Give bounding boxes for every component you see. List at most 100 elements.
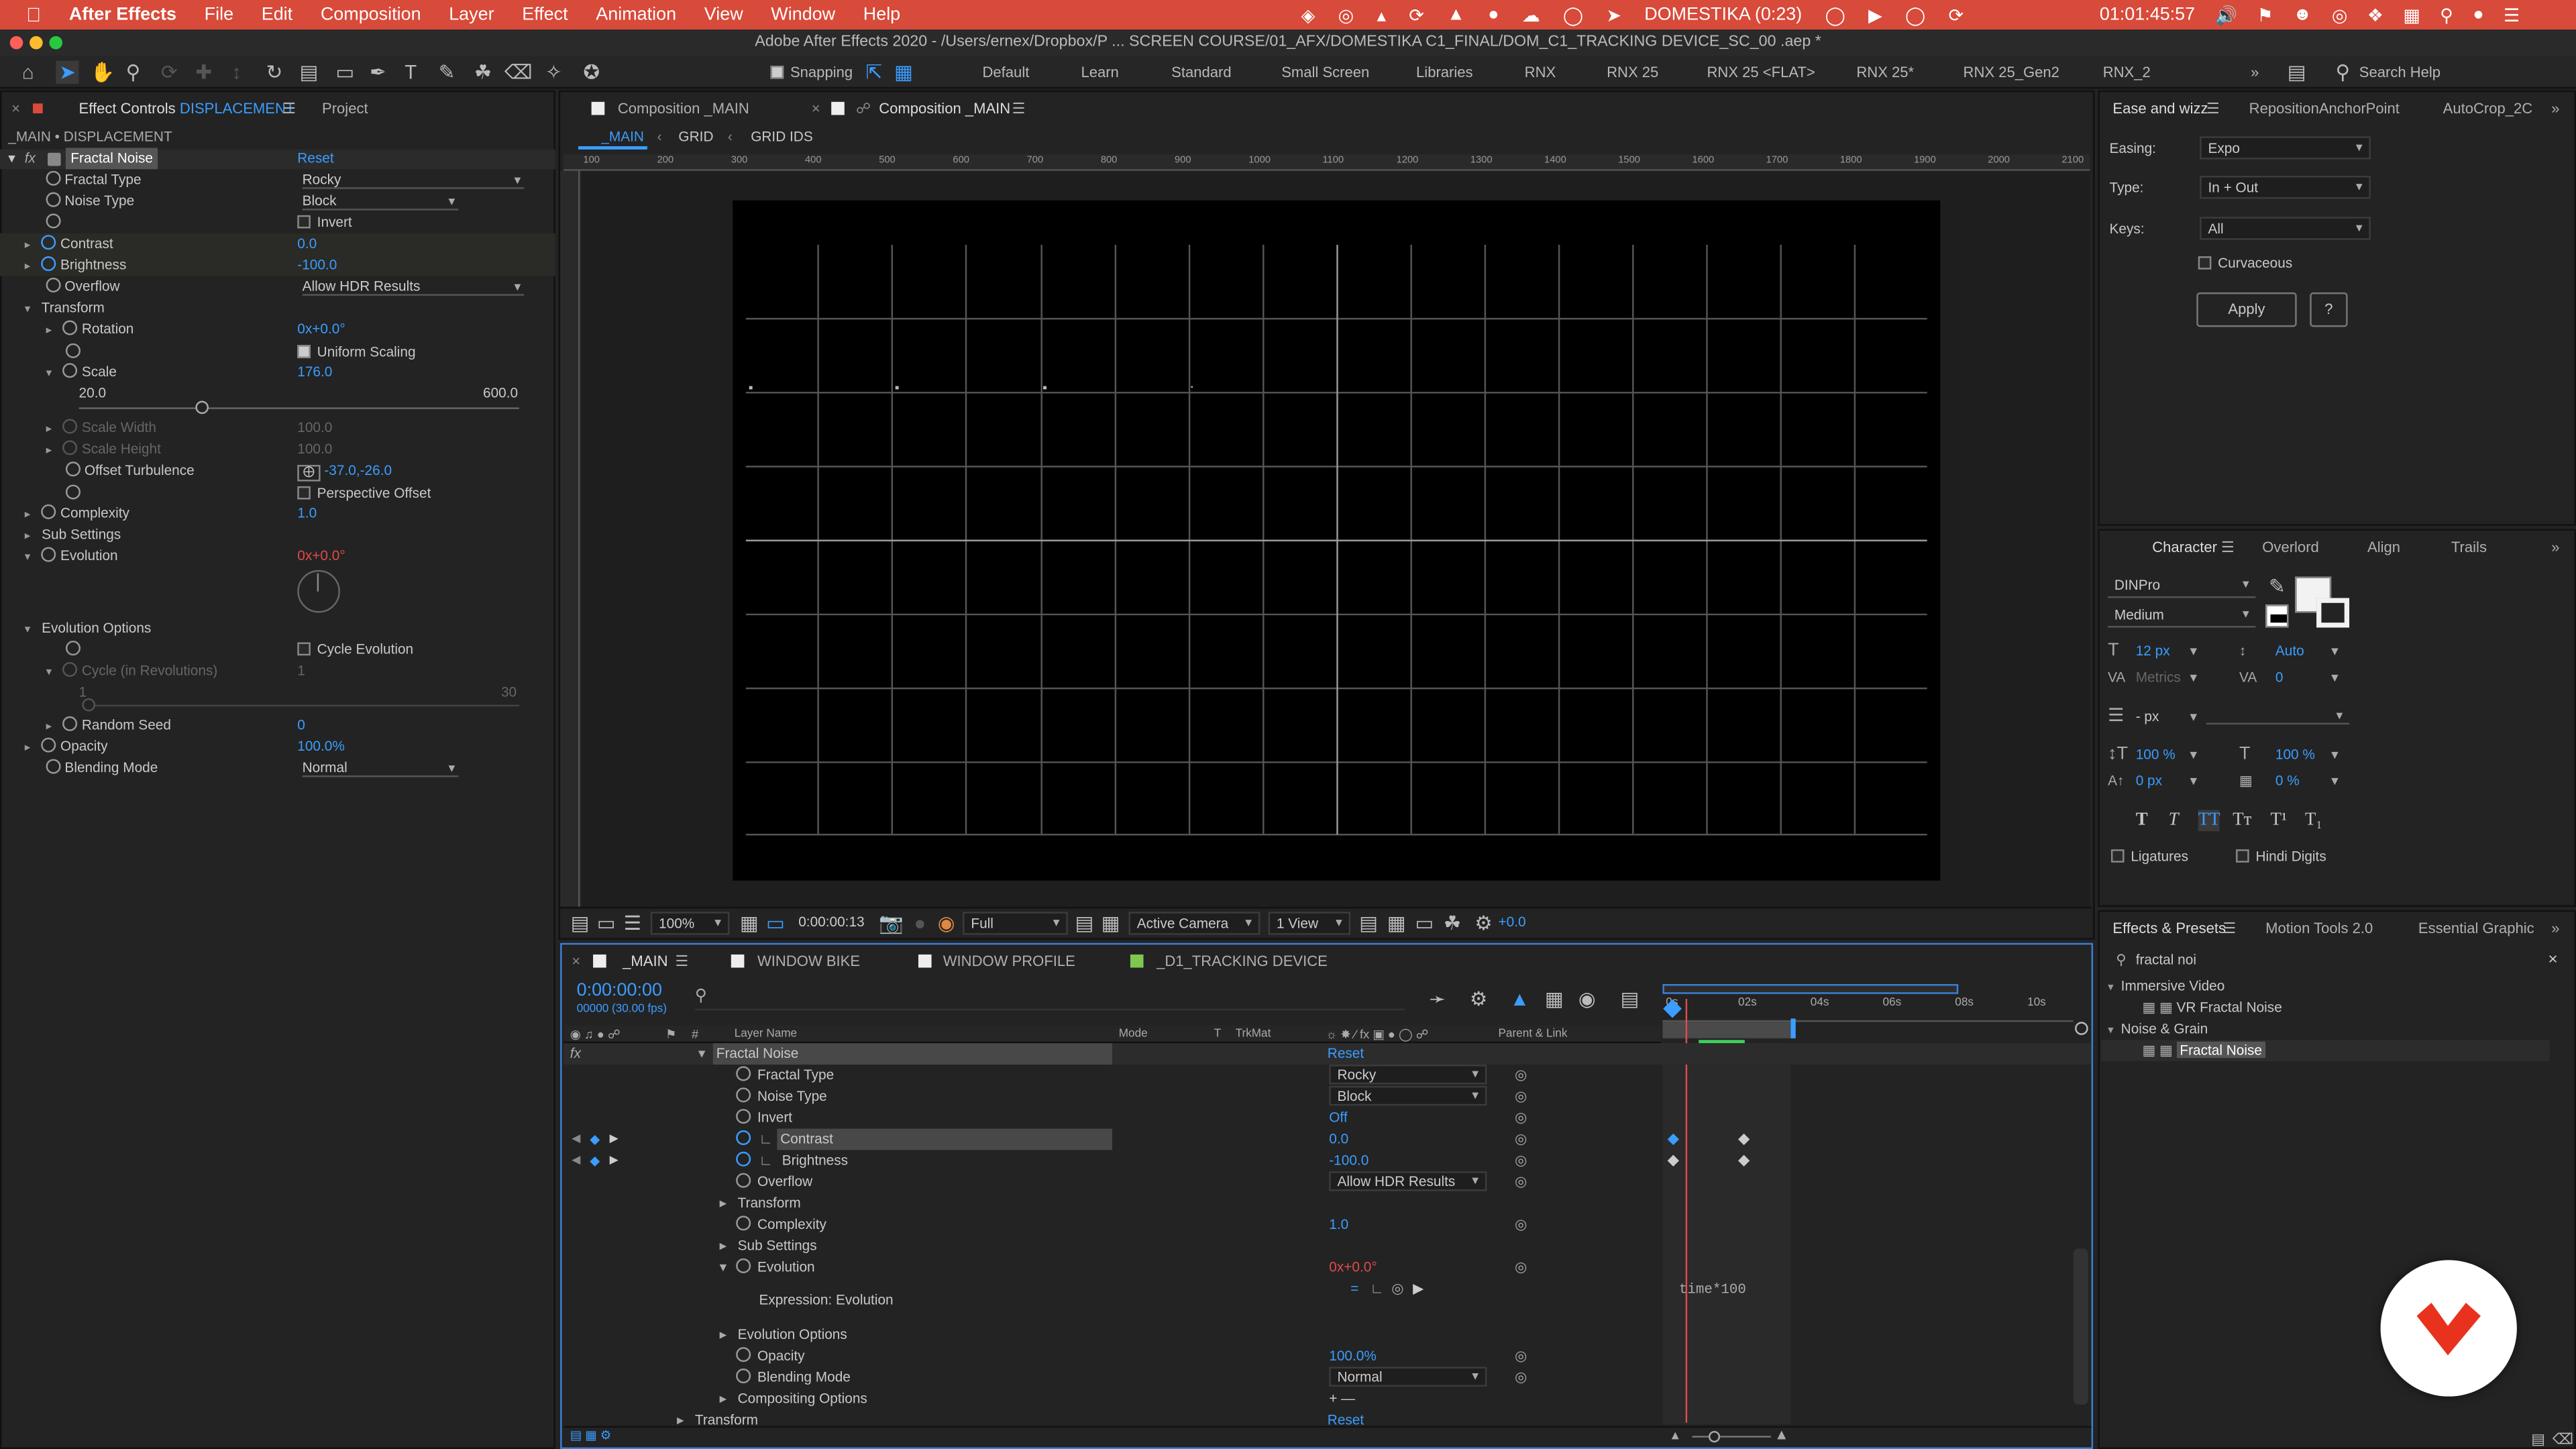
color-picker-icon[interactable]: ◉ xyxy=(934,912,957,934)
baseline-shift-value[interactable]: 0 px xyxy=(2136,771,2162,792)
offset-turbulence-value[interactable]: -37.0,-26.0 xyxy=(324,462,392,478)
flag-icon[interactable]: ⚑ xyxy=(2257,4,2273,25)
zoom-tool-icon[interactable]: ⚲ xyxy=(121,61,144,84)
add-keyframe-icon[interactable]: ◆ xyxy=(590,1128,600,1150)
menu-animation[interactable]: Animation xyxy=(596,5,676,24)
stroke-order-dropdown[interactable] xyxy=(2206,706,2350,726)
tl-row-blending-mode[interactable]: Blending Mode Normal ◎ xyxy=(564,1366,2092,1389)
prev-keyframe-icon[interactable]: ◀ xyxy=(572,1150,580,1171)
pickwhip-icon[interactable]: ◎ xyxy=(1515,1065,1527,1086)
keys-dropdown[interactable]: All xyxy=(2200,217,2371,240)
effect-reset-link[interactable]: Reset xyxy=(297,148,333,169)
tl-row-expression[interactable]: Expression: Evolution xyxy=(564,1289,2092,1311)
tree-group-immersive-video[interactable]: ▾ Immersive Video xyxy=(2108,976,2224,998)
volume-icon[interactable]: 🔊 xyxy=(2215,4,2238,25)
snapshot-icon[interactable]: 📷 xyxy=(879,912,904,934)
menu-effect[interactable]: Effect xyxy=(522,5,568,24)
kerning-dropdown-icon[interactable]: ▾ xyxy=(2190,667,2197,688)
tab-align[interactable]: Align xyxy=(2367,531,2400,564)
show-snapshot-icon[interactable]: ● xyxy=(908,912,931,934)
cycle-slider-track[interactable] xyxy=(89,704,519,707)
horizontal-scale-dropdown-icon[interactable]: ▾ xyxy=(2331,744,2338,765)
offset-turbulence-control[interactable]: ⨁ -37.0,-26.0 xyxy=(297,460,392,482)
cycle-evolution-row[interactable]: Cycle Evolution xyxy=(297,639,413,661)
battery-clock[interactable]: 01:01:45:57 xyxy=(2100,5,2195,24)
panel-menu-icon[interactable]: ☰ xyxy=(282,92,296,125)
all-caps-button[interactable]: TT xyxy=(2198,810,2220,832)
timeline-timecode[interactable]: 0:00:00:00 xyxy=(577,981,662,1000)
pickwhip-icon[interactable]: ◎ xyxy=(1515,1128,1527,1150)
stopwatch-icon[interactable] xyxy=(46,759,61,774)
wifi-icon[interactable]: ◎ xyxy=(2332,4,2348,25)
sync-icon[interactable]: ⟳ xyxy=(1409,4,1424,25)
fractal-type-dropdown[interactable]: Rocky xyxy=(302,171,525,189)
workspace-default[interactable]: Default xyxy=(983,64,1030,80)
workspace-rnx-25-star[interactable]: RNX 25* xyxy=(1856,64,1914,80)
lock-icon[interactable]: ☍ xyxy=(856,92,871,125)
tab-overlord[interactable]: Overlord xyxy=(2262,531,2319,564)
tl-overflow-dropdown[interactable]: Allow HDR Results xyxy=(1329,1171,1487,1191)
tree-item-vr-fractal-noise[interactable]: ▦ ▦ VR Fractal Noise xyxy=(2142,998,2282,1019)
overflow-dropdown[interactable]: Allow HDR Results xyxy=(302,278,525,296)
menu-layer[interactable]: Layer xyxy=(449,5,494,24)
stopwatch-icon[interactable] xyxy=(62,440,78,455)
pickwhip-icon[interactable]: ◎ xyxy=(1515,1367,1527,1389)
creative-cloud-icon[interactable]: ◎ xyxy=(1338,4,1354,25)
expand-arrow[interactable]: ▸ xyxy=(720,1388,727,1409)
faux-italic-button[interactable]: T xyxy=(2169,810,2179,831)
snap-edges-icon[interactable]: ⇱ xyxy=(863,61,885,84)
expand-arrow[interactable]: ▸ xyxy=(25,256,38,278)
trash-icon[interactable]: ⌫ xyxy=(2551,1428,2574,1449)
collapse-arrow[interactable]: ▾ xyxy=(46,363,60,384)
dolly-tool-icon[interactable]: ↕ xyxy=(225,61,248,84)
shield-icon[interactable]: ◯ xyxy=(1825,4,1845,25)
group-transform[interactable]: ▾ Transform xyxy=(25,297,105,319)
close-window-button[interactable] xyxy=(9,36,23,50)
evolution-value[interactable]: 0x+0.0° xyxy=(297,545,345,567)
tsume-dropdown-icon[interactable]: ▾ xyxy=(2331,771,2338,792)
tl-contrast-value[interactable]: 0.0 xyxy=(1329,1128,1348,1150)
recorder-status[interactable]: DOMESTIKA (0:23) xyxy=(1644,5,1802,24)
col-layer-name[interactable]: Layer Name xyxy=(735,1024,797,1045)
tab-tracking-device[interactable]: _D1_TRACKING DEVICE xyxy=(1157,945,1328,977)
minimize-window-button[interactable] xyxy=(30,36,43,50)
cycle-evolution-checkbox[interactable] xyxy=(297,642,311,656)
faux-bold-button[interactable]: T xyxy=(2136,810,2148,831)
leading-dropdown-icon[interactable]: ▾ xyxy=(2331,641,2338,662)
hindi-digits-row[interactable]: Hindi Digits xyxy=(2236,846,2326,867)
panel-menu-icon[interactable]: ☰ xyxy=(2206,92,2220,125)
safe-zones-icon[interactable]: ▦ xyxy=(738,912,761,934)
col-parent[interactable]: Parent & Link xyxy=(1498,1024,1567,1045)
collapse-arrow[interactable]: ▾ xyxy=(25,299,38,321)
tab-effects-presets[interactable]: Effects & Presets xyxy=(2112,912,2226,945)
uniform-scaling-checkbox[interactable] xyxy=(297,345,311,358)
tree-item-fractal-noise[interactable]: ▦ ▦ Fractal Noise xyxy=(2142,1040,2265,1061)
next-keyframe-icon[interactable]: ▶ xyxy=(610,1128,619,1150)
pickwhip-icon[interactable]: ◎ xyxy=(1515,1171,1527,1193)
invert-checkbox-row[interactable]: Invert xyxy=(297,212,352,233)
snapping-checkbox[interactable] xyxy=(770,65,784,79)
frame-blending-icon[interactable]: ▦ xyxy=(1543,987,1566,1010)
expand-arrow[interactable]: ▸ xyxy=(46,419,60,440)
graph-icon[interactable]: ∟ xyxy=(759,1150,772,1171)
easing-dropdown[interactable]: Expo xyxy=(2200,136,2371,160)
tl-row-contrast[interactable]: ◀ ◆ ▶ ∟ Contrast 0.0 ◎ xyxy=(564,1128,2092,1150)
transparency-grid-icon[interactable]: ▦ xyxy=(1099,912,1122,934)
scale-value[interactable]: 176.0 xyxy=(297,362,332,383)
menu-view[interactable]: View xyxy=(704,5,743,24)
cycle-slider-handle[interactable] xyxy=(82,698,96,712)
stopwatch-icon[interactable] xyxy=(46,277,61,292)
breadcrumb-grid[interactable]: GRID xyxy=(678,127,713,148)
tl-stopwatch-icon[interactable] xyxy=(736,1171,751,1193)
control-center-icon[interactable]: ▦ xyxy=(2403,4,2420,25)
stopwatch-icon[interactable] xyxy=(62,320,78,335)
snapping-toggle[interactable]: Snapping xyxy=(770,64,853,80)
tl-stopwatch-icon[interactable] xyxy=(736,1065,751,1086)
stopwatch-icon[interactable] xyxy=(42,504,57,519)
swap-colors-icon[interactable] xyxy=(2265,604,2289,628)
font-size-value[interactable]: 12 px xyxy=(2136,641,2170,662)
tab-effect-controls[interactable]: Effect Controls DISPLACEMENT xyxy=(79,92,295,125)
tl-fractal-type-dropdown[interactable]: Rocky xyxy=(1329,1064,1487,1085)
fx-icon[interactable]: fx xyxy=(25,148,36,169)
curvaceous-checkbox[interactable] xyxy=(2198,256,2212,270)
